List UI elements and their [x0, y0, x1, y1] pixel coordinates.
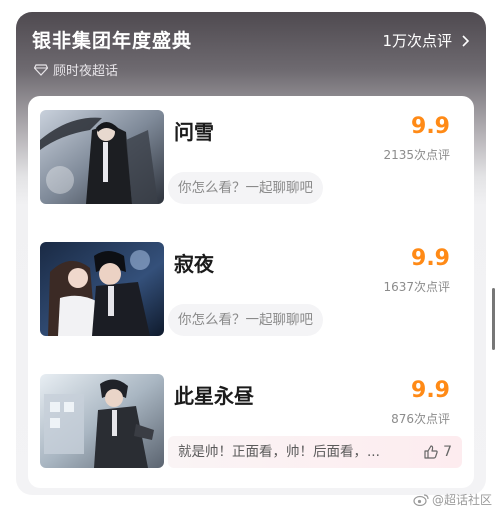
- cover-image: [40, 374, 164, 468]
- list-item[interactable]: 问雪 9.9 2135次点评 你怎么看？一起聊聊吧: [40, 110, 462, 206]
- total-reviews-link[interactable]: 1万次点评: [382, 30, 472, 51]
- watermark: @超话社区: [413, 491, 492, 508]
- like-button[interactable]: 7: [423, 436, 452, 468]
- total-reviews-label: 1万次点评: [382, 32, 452, 50]
- ranking-card: 银非集团年度盛典 1万次点评 顾时夜超话 问雪 9.9 2135次点评 你怎么看…: [16, 12, 486, 495]
- thumbs-up-icon: [424, 445, 438, 459]
- list-item[interactable]: 寂夜 9.9 1637次点评 你怎么看？一起聊聊吧: [40, 242, 462, 338]
- item-name: 问雪: [174, 120, 214, 144]
- supertopic-label: 顾时夜超话: [53, 64, 119, 79]
- item-score: 9.9: [411, 246, 450, 271]
- comment-text: 就是帅！正面看，帅！后面看，...: [178, 444, 380, 460]
- item-name: 寂夜: [174, 252, 214, 276]
- item-review-count: 2135次点评: [383, 148, 450, 162]
- scrollbar[interactable]: [492, 288, 495, 350]
- ranking-list: 问雪 9.9 2135次点评 你怎么看？一起聊聊吧 寂夜 9.9 1637次点评…: [28, 96, 474, 488]
- cover-image: [40, 242, 164, 336]
- watermark-text: @超话社区: [431, 493, 492, 507]
- chevron-right-icon: [462, 34, 470, 47]
- item-score: 9.9: [411, 378, 450, 403]
- list-item[interactable]: 此星永昼 9.9 876次点评 就是帅！正面看，帅！后面看，... 7: [40, 374, 462, 470]
- item-score: 9.9: [411, 114, 450, 139]
- item-review-count: 1637次点评: [383, 280, 450, 294]
- discuss-prompt[interactable]: 你怎么看？一起聊聊吧: [168, 304, 323, 336]
- like-count: 7: [443, 444, 452, 460]
- discuss-prompt[interactable]: 你怎么看？一起聊聊吧: [168, 172, 323, 204]
- top-comment[interactable]: 就是帅！正面看，帅！后面看，... 7: [168, 436, 462, 468]
- item-name: 此星永昼: [174, 384, 254, 408]
- cover-image: [40, 110, 164, 204]
- item-review-count: 876次点评: [391, 412, 450, 426]
- weibo-logo-icon: [413, 493, 429, 506]
- supertopic-link[interactable]: 顾时夜超话: [34, 60, 118, 79]
- diamond-icon: [34, 63, 48, 76]
- card-title: 银非集团年度盛典: [32, 30, 193, 52]
